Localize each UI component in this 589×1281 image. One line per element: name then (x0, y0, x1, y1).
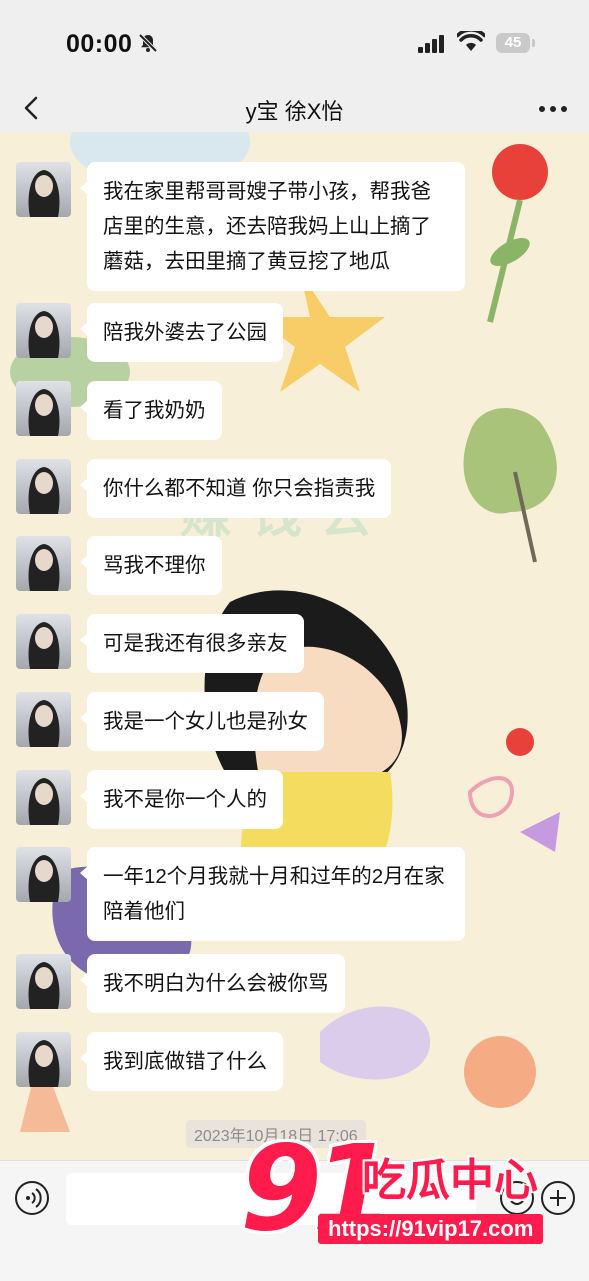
battery-icon: 45 (496, 33, 535, 53)
avatar[interactable] (16, 954, 71, 1009)
message-bubble[interactable]: 一年12个月我就十月和过年的2月在家陪着他们 (80, 847, 465, 941)
message-bubble[interactable]: 可是我还有很多亲友 (80, 614, 304, 673)
avatar[interactable] (16, 303, 71, 358)
signal-icon (418, 35, 444, 53)
wifi-icon (457, 31, 485, 51)
chat-area[interactable]: 赚 钱 去 我在家里帮哥哥嫂子带小孩，帮我爸店里的生意，还去陪我妈上山上摘了蘑菇… (0, 132, 589, 1160)
voice-icon[interactable] (15, 1181, 49, 1215)
bell-slash-icon (138, 33, 158, 53)
message-bubble[interactable]: 陪我外婆去了公园 (80, 303, 283, 362)
avatar[interactable] (16, 459, 71, 514)
avatar[interactable] (16, 381, 71, 436)
message-bubble[interactable]: 你什么都不知道 你只会指责我 (79, 459, 392, 518)
message-bubble[interactable]: 我是一个女儿也是孙女 (80, 692, 324, 751)
message-bubble[interactable]: 我不是你一个人的 (80, 770, 283, 829)
avatar[interactable] (16, 770, 71, 825)
message-bubble[interactable]: 看了我奶奶 (80, 381, 222, 440)
more-dots-icon[interactable] (537, 94, 569, 124)
message-bubble[interactable]: 骂我不理你 (80, 536, 222, 595)
chat-header: y宝 徐X怡 (0, 86, 589, 132)
watermark-logo: 91 吃瓜中心 https://91vip17.com (240, 1128, 580, 1258)
avatar[interactable] (16, 162, 71, 217)
clock: 00:00 (66, 30, 133, 58)
avatar[interactable] (16, 847, 71, 902)
status-bar: 00:00 45 (0, 0, 589, 86)
message-bubble[interactable]: 我在家里帮哥哥嫂子带小孩，帮我爸店里的生意，还去陪我妈上山上摘了蘑菇，去田里摘了… (80, 162, 465, 291)
avatar[interactable] (16, 692, 71, 747)
avatar[interactable] (16, 1032, 71, 1087)
message-bubble[interactable]: 我不明白为什么会被你骂 (80, 954, 345, 1013)
avatar[interactable] (16, 614, 71, 669)
chat-title: y宝 徐X怡 (245, 99, 344, 124)
watermark-url: https://91vip17.com (318, 1214, 544, 1244)
avatar[interactable] (16, 536, 71, 591)
watermark-brand: 吃瓜中心 (362, 1156, 538, 1205)
message-bubble[interactable]: 我到底做错了什么 (80, 1032, 283, 1091)
